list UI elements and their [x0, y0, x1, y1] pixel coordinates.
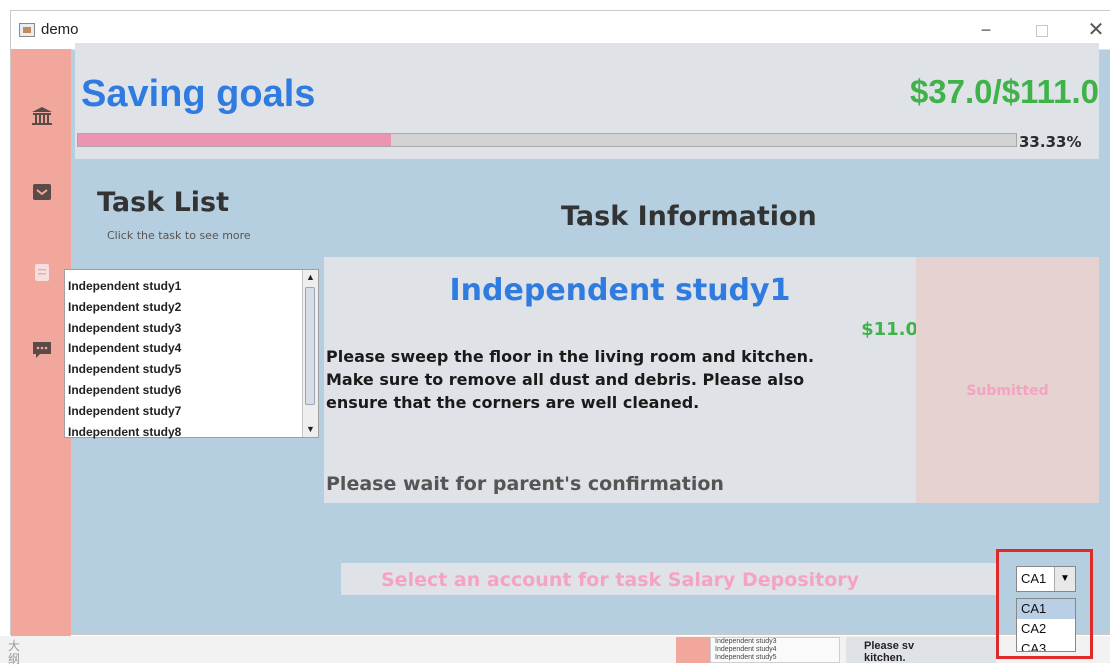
task-list-subtitle: Click the task to see more — [107, 229, 251, 242]
task-list-item[interactable]: Independent study3 — [65, 318, 291, 339]
task-info-title: Task Information — [561, 201, 817, 232]
task-list-item[interactable]: Independent study8 — [65, 422, 291, 443]
java-app-icon — [19, 23, 35, 37]
clipboard-icon[interactable] — [31, 261, 53, 283]
task-list-item[interactable]: Independent study6 — [65, 380, 291, 401]
scroll-thumb[interactable] — [305, 287, 315, 405]
task-listbox[interactable]: Independent study1 Independent study2 In… — [64, 269, 319, 439]
background-text: Please sv kitchen. — [864, 640, 915, 664]
close-button[interactable]: ✕ — [1081, 19, 1110, 41]
task-list-items: Independent study1 Independent study2 In… — [65, 276, 291, 442]
task-state-panel: Submitted — [916, 257, 1099, 503]
chat-icon[interactable] — [31, 339, 53, 361]
task-list-item[interactable]: Independent study4 — [65, 338, 291, 359]
saving-progress-bar — [77, 133, 1017, 147]
maximize-button[interactable] — [1027, 19, 1057, 41]
account-select-bar: Select an account for task Salary Deposi… — [341, 563, 997, 595]
highlight-annotation-box — [996, 549, 1093, 659]
saving-progress-label: 33.33% — [1019, 133, 1082, 151]
saving-goal-amount: $37.0/$111.0 — [909, 73, 1099, 110]
sidebar — [11, 49, 71, 636]
task-list-item[interactable]: Independent study1 — [65, 276, 291, 297]
account-select-label: Select an account for task Salary Deposi… — [381, 569, 860, 591]
background-sidebar — [676, 637, 710, 663]
window-title: demo — [41, 21, 79, 38]
task-description: Please sweep the floor in the living roo… — [326, 347, 815, 412]
scroll-up-arrow-icon[interactable]: ▲ — [303, 270, 318, 285]
task-status-message: Please wait for parent's confirmation — [326, 473, 724, 495]
background-left-text: 大纲 — [8, 639, 21, 666]
saving-progress-fill — [78, 134, 391, 146]
task-list-item[interactable]: Independent study7 — [65, 401, 291, 422]
bank-icon[interactable] — [31, 105, 53, 127]
saving-goal-title: Saving goals — [81, 73, 316, 115]
background-list: Independent study3 Independent study4 In… — [710, 637, 840, 663]
task-list-scrollbar[interactable]: ▲ ▼ — [302, 270, 318, 437]
saving-goal-header: Saving goals $37.0/$111.0 33.33% — [75, 43, 1099, 159]
task-list-title: Task List — [97, 187, 230, 218]
task-reward: $11.0 — [861, 319, 918, 340]
task-name: Independent study1 — [449, 273, 791, 308]
minimize-button[interactable]: − — [971, 19, 1001, 41]
task-state-label: Submitted — [966, 383, 1049, 399]
task-list-item[interactable]: Independent study2 — [65, 297, 291, 318]
task-info-panel: Independent study1 $11.0 Please sweep th… — [324, 257, 918, 503]
app-window: demo − ✕ Saving goals $37.0/$111.0 33.33… — [10, 10, 1110, 636]
scroll-down-arrow-icon[interactable]: ▼ — [303, 422, 318, 437]
inbox-icon[interactable] — [31, 181, 53, 203]
task-list-item[interactable]: Independent study5 — [65, 359, 291, 380]
